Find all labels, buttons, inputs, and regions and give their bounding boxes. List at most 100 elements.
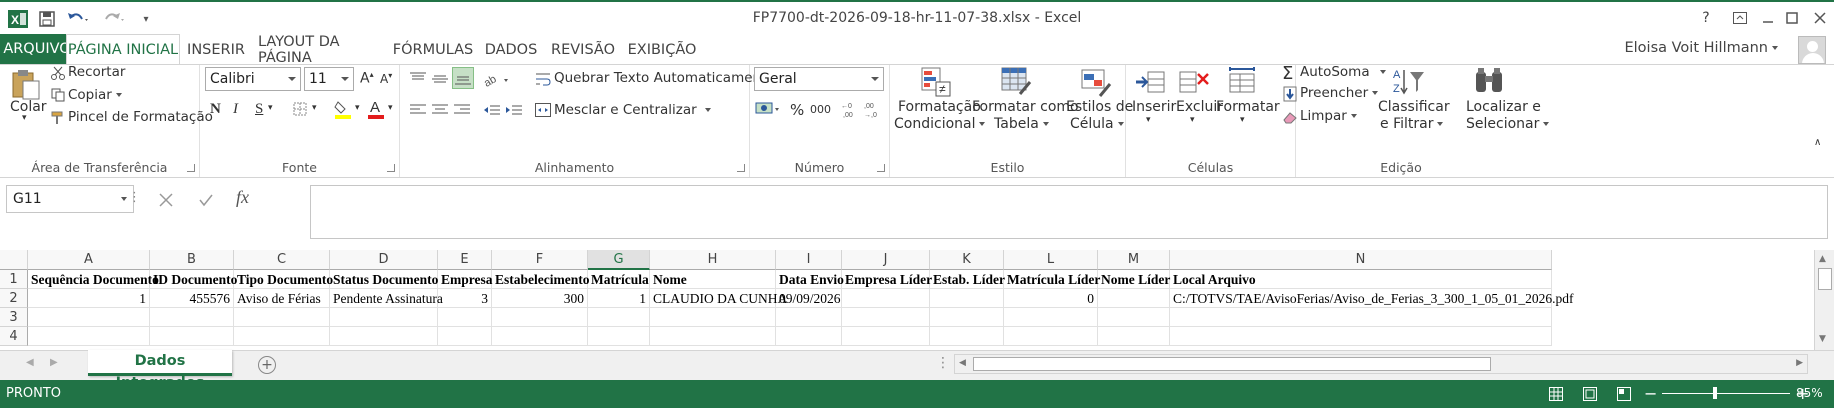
column-header-d[interactable]: D [330, 250, 438, 270]
cell-b1[interactable]: ID Documento [150, 270, 237, 289]
merge-center-button[interactable]: Mesclar e Centralizar [554, 102, 711, 118]
cell-f3[interactable] [492, 308, 588, 327]
cell-g2[interactable]: 1 [588, 289, 650, 308]
row-header-3[interactable]: 3 [0, 308, 28, 327]
conditional-formatting-label-1[interactable]: Formatação [898, 99, 981, 115]
fill-color-dropdown-icon[interactable]: ▾ [355, 103, 360, 113]
cell-g1[interactable]: Matrícula [588, 270, 650, 289]
cell-n4[interactable] [1170, 327, 1552, 346]
underline-dropdown-icon[interactable]: ▾ [268, 103, 273, 113]
align-bottom-icon[interactable] [452, 67, 474, 89]
bold-button[interactable]: N [210, 101, 221, 118]
delete-dropdown-icon[interactable]: ▾ [1190, 115, 1195, 125]
zoom-slider[interactable] [1662, 387, 1790, 399]
tab-exibicao[interactable]: EXIBIÇÃO [628, 38, 697, 62]
underline-button[interactable]: S [255, 101, 263, 118]
sheet-tab-dados-integrados[interactable]: Dados Integrados [88, 350, 232, 391]
cell-k2[interactable] [930, 289, 1004, 308]
zoom-slider-thumb[interactable] [1713, 387, 1718, 399]
formula-input[interactable] [310, 185, 1828, 239]
cell-d4[interactable] [330, 327, 438, 346]
scroll-thumb[interactable] [973, 357, 1491, 371]
wrap-text-button[interactable]: Quebrar Texto Automaticamente [554, 70, 775, 86]
collapse-ribbon-icon[interactable]: ∧ [1814, 137, 1821, 148]
cell-n3[interactable] [1170, 308, 1552, 327]
font-color-icon[interactable]: A [366, 99, 386, 119]
italic-button[interactable]: I [233, 101, 238, 118]
cell-i2[interactable]: 09/09/2026 [776, 289, 842, 308]
cut-button[interactable]: Recortar [68, 64, 125, 80]
tab-arquivo[interactable]: ARQUIVO [0, 34, 74, 64]
cell-f2[interactable]: 300 [492, 289, 588, 308]
paste-icon[interactable] [10, 69, 42, 101]
row-header-4[interactable]: 4 [0, 327, 28, 346]
find-select-button[interactable]: Selecionar [1466, 116, 1550, 132]
scroll-up-icon[interactable]: ▲ [1819, 254, 1826, 264]
fill-button[interactable]: Preencher [1300, 85, 1379, 101]
user-name[interactable]: Eloisa Voit Hillmann [1624, 40, 1778, 56]
cell-h3[interactable] [650, 308, 776, 327]
format-as-table-label-1[interactable]: Formatar como [972, 99, 1079, 115]
dialog-launcher-icon[interactable] [187, 164, 195, 172]
row-header-1[interactable]: 1 [0, 270, 28, 289]
format-as-table-button[interactable]: Tabela [994, 116, 1049, 132]
cell-a1[interactable]: Sequência Documento [28, 270, 159, 289]
increase-font-icon[interactable]: A▴ [360, 70, 374, 87]
align-left-icon[interactable] [408, 101, 428, 119]
close-icon[interactable] [1806, 7, 1834, 29]
column-header-c[interactable]: C [234, 250, 330, 270]
format-cells-button[interactable]: Formatar [1216, 99, 1280, 115]
decrease-indent-icon[interactable] [482, 101, 502, 119]
autosum-button[interactable]: AutoSoma [1300, 64, 1386, 80]
insert-cells-button[interactable]: Inserir [1132, 99, 1176, 115]
thousands-button[interactable]: 000 [810, 103, 831, 116]
scroll-down-icon[interactable]: ▼ [1819, 334, 1826, 344]
select-all-corner[interactable] [0, 250, 28, 270]
scroll-left-icon[interactable]: ◀ [959, 358, 966, 368]
tab-formulas[interactable]: FÓRMULAS [393, 38, 474, 62]
row-header-2[interactable]: 2 [0, 289, 28, 308]
tab-pagina-inicial[interactable]: PÁGINA INICIAL [66, 34, 180, 64]
cell-a4[interactable] [28, 327, 150, 346]
avatar[interactable] [1798, 36, 1826, 64]
restore-icon[interactable] [1778, 7, 1806, 29]
name-box[interactable]: G11 [6, 185, 134, 213]
conditional-formatting-button[interactable]: Condicional [894, 116, 986, 132]
format-painter-button[interactable]: Pincel de Formatação [68, 109, 213, 125]
cell-m2[interactable] [1098, 289, 1170, 308]
cell-styles-button[interactable]: Célula [1070, 116, 1124, 132]
cell-l3[interactable] [1004, 308, 1098, 327]
column-header-i[interactable]: I [776, 250, 842, 270]
normal-view-icon[interactable] [1548, 386, 1564, 402]
column-header-l[interactable]: L [1004, 250, 1098, 270]
scroll-right-icon[interactable]: ▶ [1796, 358, 1803, 368]
cell-c4[interactable] [234, 327, 330, 346]
cell-l4[interactable] [1004, 327, 1098, 346]
cell-b3[interactable] [150, 308, 234, 327]
cell-h1[interactable]: Nome [650, 270, 776, 289]
cell-j4[interactable] [842, 327, 930, 346]
column-header-m[interactable]: M [1098, 250, 1170, 270]
cancel-entry-icon[interactable] [156, 190, 176, 210]
column-header-j[interactable]: J [842, 250, 930, 270]
cell-d3[interactable] [330, 308, 438, 327]
cell-h4[interactable] [650, 327, 776, 346]
cell-d1[interactable]: Status Documento [330, 270, 438, 289]
find-select-label-1[interactable]: Localizar e [1466, 99, 1541, 115]
cell-c1[interactable]: Tipo Documento [234, 270, 333, 289]
align-right-icon[interactable] [452, 101, 472, 119]
cell-d2[interactable]: Pendente Assinatura [330, 289, 443, 308]
increase-decimal-icon[interactable]: ←0,00 [840, 99, 860, 119]
cell-g4[interactable] [588, 327, 650, 346]
align-middle-icon[interactable] [430, 69, 450, 89]
increase-indent-icon[interactable] [504, 101, 524, 119]
column-header-a[interactable]: A [28, 250, 150, 270]
borders-icon[interactable] [292, 101, 308, 117]
sort-filter-label-1[interactable]: Classificar [1378, 99, 1450, 115]
align-top-icon[interactable] [408, 69, 428, 89]
cell-g3[interactable] [588, 308, 650, 327]
vertical-scrollbar[interactable]: ▲ ▼ [1814, 250, 1834, 350]
cell-b4[interactable] [150, 327, 234, 346]
clear-button[interactable]: Limpar [1300, 108, 1357, 124]
copy-button[interactable]: Copiar [68, 87, 122, 103]
